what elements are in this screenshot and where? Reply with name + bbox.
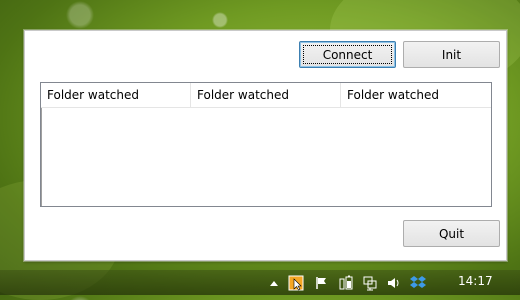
connect-button[interactable]: Connect (299, 41, 396, 68)
taskbar: 14:17 (0, 270, 520, 295)
column-header-folder-watched-1[interactable]: Folder watched (41, 83, 191, 107)
column-header-folder-watched-3[interactable]: Folder watched (341, 83, 491, 107)
taskbar-clock[interactable]: 14:17 (458, 274, 493, 288)
volume-icon[interactable] (386, 275, 402, 291)
list-header: Folder watched Folder watched Folder wat… (41, 83, 491, 108)
show-hidden-icons-arrow-icon[interactable] (266, 275, 282, 291)
action-center-flag-icon[interactable] (314, 275, 330, 291)
app-window: Connect Init Folder watched Folder watch… (24, 30, 507, 261)
quit-button[interactable]: Quit (403, 220, 500, 247)
network-icon[interactable] (362, 275, 378, 291)
app-tray-icon[interactable] (288, 275, 304, 291)
folder-list-view[interactable]: Folder watched Folder watched Folder wat… (40, 82, 492, 207)
dropbox-icon[interactable] (410, 275, 426, 291)
battery-icon[interactable] (338, 275, 354, 291)
init-button[interactable]: Init (403, 41, 500, 68)
column-header-folder-watched-2[interactable]: Folder watched (191, 83, 341, 107)
